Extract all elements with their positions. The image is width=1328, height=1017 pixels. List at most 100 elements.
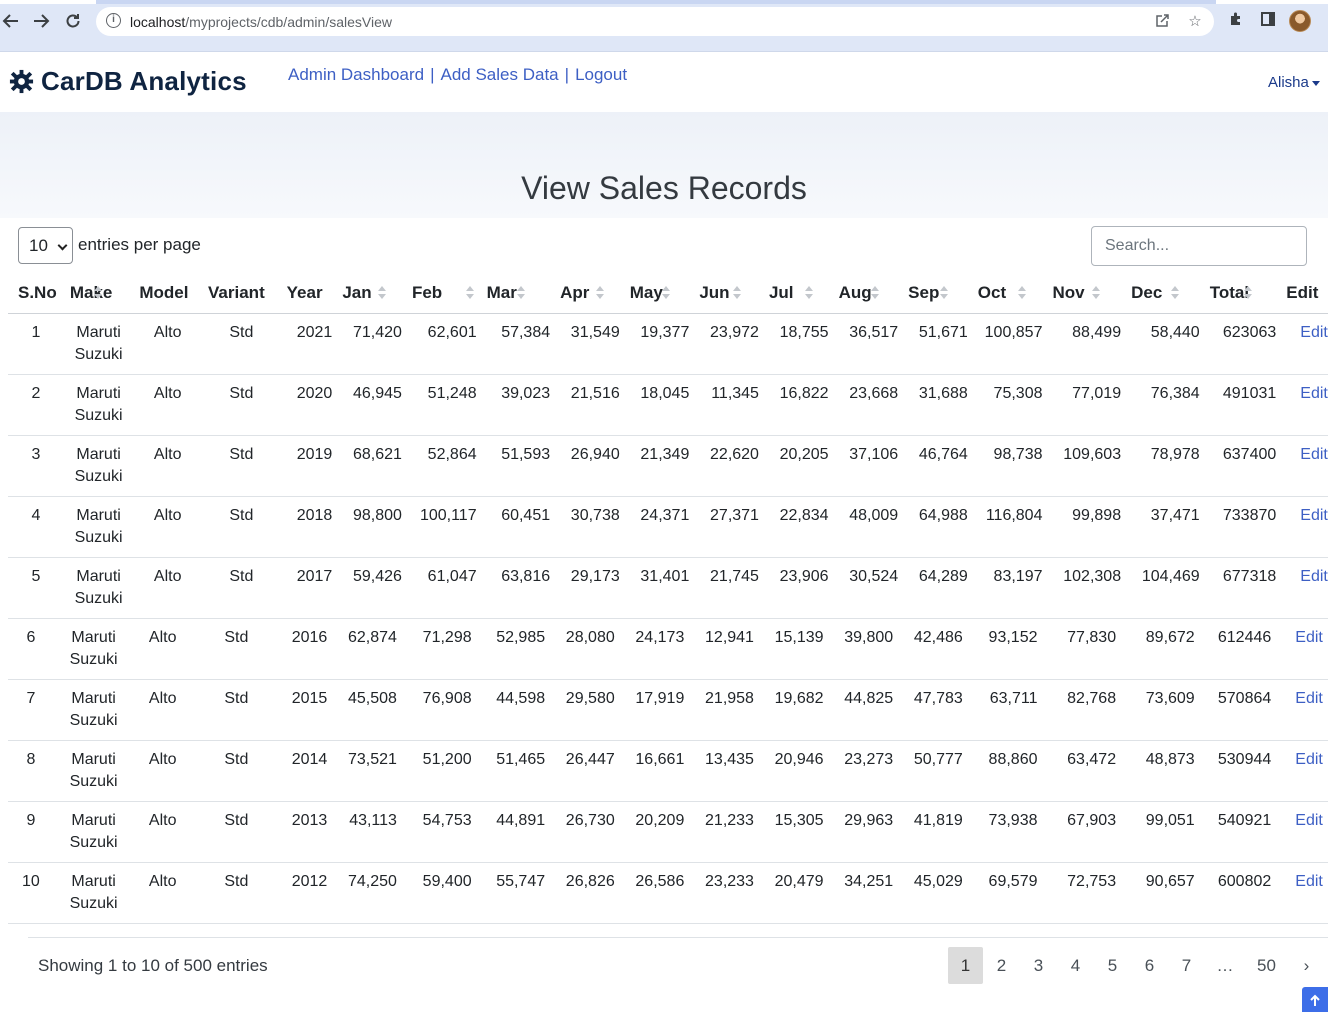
column-header-year[interactable]: Year [280,273,337,314]
table-row: 2 Maruti Suzuki Alto Std 2020 46,945 51,248 39,0… [8,374,1328,436]
cell-nov: 88,499 [1046,313,1126,375]
cell-variant: Std [197,801,276,863]
cell-aug: 37,106 [832,435,903,497]
cell-jun: 23,233 [688,862,758,924]
url-text[interactable]: localhost/myprojects/cdb/admin/salesView [130,14,392,30]
column-header-may[interactable]: May [623,273,694,314]
profile-avatar[interactable] [1289,10,1311,32]
edit-link[interactable]: Edit [1295,873,1323,890]
page-button-2[interactable]: 2 [983,947,1020,984]
site-info-icon[interactable]: i [106,13,121,28]
sort-arrows-icon [93,286,102,302]
column-header-variant[interactable]: Variant [202,273,281,314]
column-header-total[interactable]: Total [1203,273,1281,314]
brand[interactable]: CarDB Analytics [8,66,247,97]
column-header-aug[interactable]: Aug [832,273,903,314]
edit-link[interactable]: Edit [1295,629,1323,646]
scroll-to-top-button[interactable] [1302,987,1328,1012]
cell-dec: 90,657 [1120,862,1199,924]
cell-total: 637400 [1203,435,1281,497]
nav-admin-dashboard-link[interactable]: Admin Dashboard [288,65,424,85]
column-header-feb[interactable]: Feb [405,273,481,314]
column-header-jul[interactable]: Jul [762,273,833,314]
nav-add-sales-data-link[interactable]: Add Sales Data [441,65,559,85]
page-button-4[interactable]: 4 [1057,947,1094,984]
column-header-s-no[interactable]: S.No [8,273,64,314]
cell-variant: Std [202,374,281,436]
cell-year: 2019 [280,435,337,497]
cell-oct: 83,197 [971,557,1047,619]
make-line: Suzuki [69,650,118,668]
column-header-edit[interactable]: Edit [1280,273,1328,314]
cell-model: Alto [133,313,203,375]
table-row: 8 Maruti Suzuki Alto Std 2014 73,521 51,200 51,4… [3,740,1323,802]
extensions-puzzle-icon[interactable] [1226,11,1246,31]
cell-make: Maruti Suzuki [58,862,129,924]
cell-aug: 44,825 [827,679,898,741]
cell-make: Maruti Suzuki [58,801,129,863]
page-button-6[interactable]: 6 [1131,947,1168,984]
column-header-jan[interactable]: Jan [336,273,406,314]
page-button-3[interactable]: 3 [1020,947,1057,984]
column-header-oct[interactable]: Oct [971,273,1047,314]
column-header-mar[interactable]: Mar [480,273,555,314]
cell-make: Maruti Suzuki [63,313,134,375]
column-header-sep[interactable]: Sep [902,273,972,314]
edit-link[interactable]: Edit [1300,385,1328,402]
edit-link[interactable]: Edit [1295,690,1323,707]
nav-logout-link[interactable]: Logout [575,65,627,85]
column-header-apr[interactable]: Apr [554,273,624,314]
table-row: 4 Maruti Suzuki Alto Std 2018 98,800 100,117 60,… [8,496,1328,558]
cell-sep: 64,988 [902,496,972,558]
forward-icon[interactable] [30,10,52,32]
entries-per-page-select[interactable]: 10 [18,227,73,264]
page-button-5[interactable]: 5 [1094,947,1131,984]
cell-sep: 64,289 [902,557,972,619]
edit-link[interactable]: Edit [1300,568,1328,585]
column-header-jun[interactable]: Jun [693,273,763,314]
edit-link[interactable]: Edit [1295,751,1323,768]
cell-edit: Edit [1275,679,1323,741]
reload-icon[interactable] [62,10,84,32]
edit-link[interactable]: Edit [1300,446,1328,463]
column-header-make[interactable]: Make [63,273,134,314]
cell-jun: 21,233 [688,801,758,863]
cell-aug: 48,009 [832,496,903,558]
sort-arrows-icon [661,286,670,302]
column-header-model[interactable]: Model [133,273,203,314]
address-bar[interactable]: i localhost/myprojects/cdb/admin/salesVi… [96,7,1214,36]
cell-feb: 76,908 [400,679,476,741]
page-button-50[interactable]: 50 [1245,947,1288,984]
cell-edit: Edit [1275,740,1323,802]
cell-nov: 72,753 [1041,862,1121,924]
brand-name: CarDB Analytics [41,66,247,96]
make-line: Maruti [71,811,116,829]
search-input[interactable] [1091,226,1307,266]
cell-variant: Std [197,679,276,741]
page-button-1[interactable]: 1 [948,947,983,984]
cell-edit: Edit [1275,862,1323,924]
cell-edit: Edit [1280,374,1328,436]
nav-links: Admin Dashboard | Add Sales Data | Logou… [288,65,627,85]
cell-total: 623063 [1203,313,1281,375]
column-header-dec[interactable]: Dec [1125,273,1204,314]
back-icon[interactable] [0,10,22,32]
user-dropdown[interactable]: Alisha [1268,74,1320,91]
next-page-button[interactable]: › [1288,947,1325,984]
column-header-nov[interactable]: Nov [1046,273,1126,314]
page-button-7[interactable]: 7 [1168,947,1205,984]
cell-jan: 71,420 [336,313,406,375]
edit-link[interactable]: Edit [1300,324,1328,341]
edit-link[interactable]: Edit [1300,507,1328,524]
cell-jan: 62,874 [331,618,401,680]
cell-may: 24,371 [623,496,694,558]
cell-sep: 46,764 [902,435,972,497]
side-panel-icon[interactable] [1258,11,1278,31]
edit-link[interactable]: Edit [1295,812,1323,829]
cell-model: Alto [133,374,203,436]
bookmark-star-icon[interactable]: ☆ [1185,12,1205,32]
share-icon[interactable] [1153,12,1173,32]
cell-feb: 61,047 [405,557,481,619]
cell-dec: 73,609 [1120,679,1199,741]
cell-jun: 13,435 [688,740,758,802]
